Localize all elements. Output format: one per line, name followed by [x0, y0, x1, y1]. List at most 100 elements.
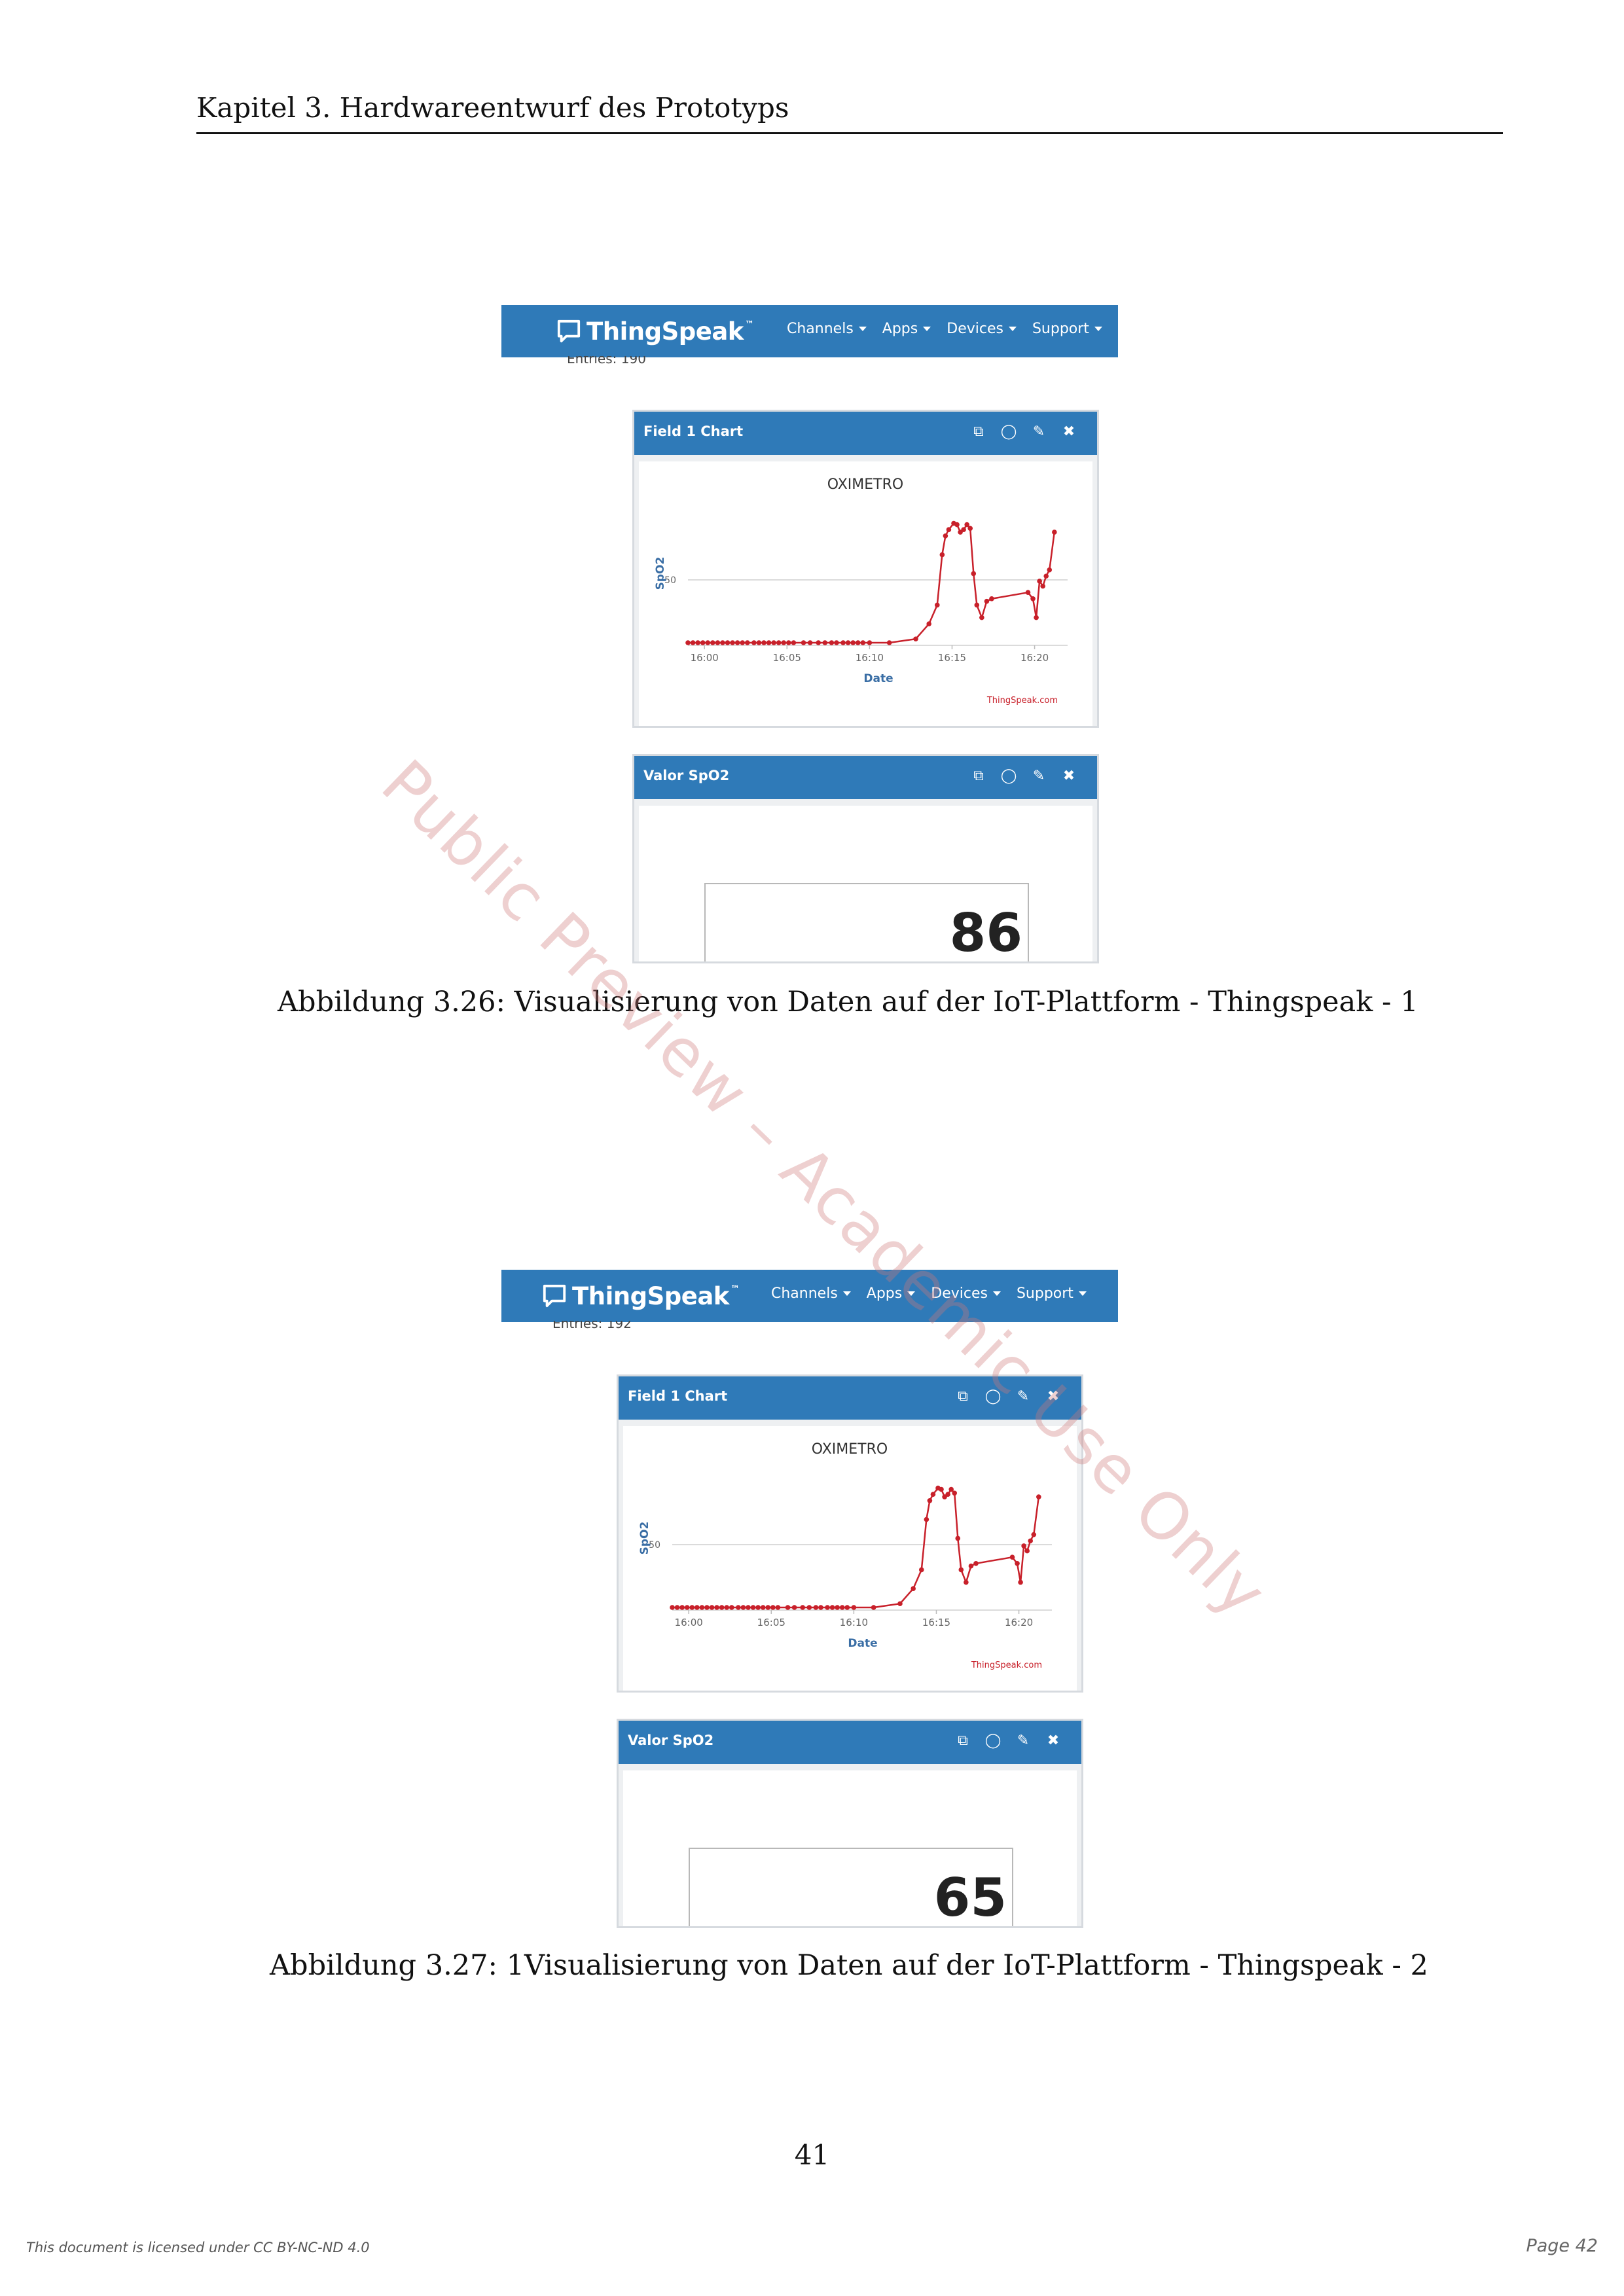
- data-point: [829, 640, 835, 645]
- x-tick-label: 16:10: [840, 1617, 868, 1628]
- data-point: [719, 1605, 725, 1610]
- nav-item-label: Channels: [787, 321, 854, 337]
- thingspeak-logo[interactable]: ThingSpeak ™: [556, 315, 754, 347]
- chart-area: OXIMETRO 50 16:00 16:05 16:10 16:15 16:20 SpO2 D…: [623, 1426, 1077, 1691]
- close-icon[interactable]: ✖: [1038, 1732, 1068, 1749]
- caret-down-icon: [992, 1291, 1001, 1296]
- spo2-value: 86: [949, 903, 1022, 963]
- data-point: [704, 1605, 710, 1610]
- pencil-icon[interactable]: ✎: [1024, 768, 1054, 784]
- close-icon[interactable]: ✖: [1054, 423, 1084, 440]
- data-point: [1015, 1561, 1020, 1566]
- pencil-icon[interactable]: ✎: [1008, 1732, 1038, 1749]
- data-point: [1034, 615, 1039, 620]
- data-point: [705, 640, 711, 645]
- data-point: [973, 1561, 979, 1566]
- figure-caption: Abbildung 3.26: Visualisierung von Daten…: [278, 986, 1418, 1018]
- data-point: [801, 640, 806, 645]
- entries-count: Entries: 190: [567, 356, 646, 365]
- chart-area: OXIMETRO 50 16:00 16:05 16:10 16:15 16:20 SpO2 D…: [639, 461, 1092, 726]
- data-point: [958, 1567, 964, 1573]
- data-point: [911, 1586, 916, 1591]
- x-axis-label: Date: [863, 672, 893, 685]
- data-point: [760, 1605, 766, 1610]
- data-point: [855, 640, 861, 645]
- trademark-mark: ™: [744, 319, 754, 330]
- data-point: [729, 1605, 734, 1610]
- data-point: [835, 1605, 840, 1610]
- data-point: [695, 1605, 700, 1610]
- data-point: [679, 1605, 685, 1610]
- data-point: [1040, 583, 1045, 589]
- widget-title: Valor SpO2: [643, 768, 730, 783]
- data-point: [968, 1563, 974, 1569]
- page-label: Page 42: [1526, 2236, 1598, 2256]
- data-point: [750, 1605, 756, 1610]
- data-point: [1052, 529, 1057, 535]
- comment-icon[interactable]: ◯: [994, 768, 1024, 784]
- nav-item-channels[interactable]: Channels: [787, 321, 867, 337]
- x-tick-label: 16:00: [675, 1617, 703, 1628]
- data-point: [897, 1601, 903, 1607]
- brand-name: ThingSpeak: [586, 317, 744, 346]
- x-tick-label: 16:10: [856, 652, 884, 664]
- data-point: [1025, 590, 1031, 595]
- data-point: [746, 1605, 751, 1610]
- data-point: [684, 1605, 690, 1610]
- close-icon[interactable]: ✖: [1054, 768, 1084, 784]
- caret-down-icon: [842, 1291, 851, 1296]
- data-point: [886, 640, 892, 645]
- value-area: 86: [639, 806, 1092, 961]
- nav-item-support[interactable]: Support: [1032, 321, 1102, 337]
- data-point: [755, 1605, 761, 1610]
- thingspeak-logo[interactable]: ThingSpeak ™: [542, 1280, 740, 1312]
- nav-menu: Channels Apps Devices Support: [787, 321, 1118, 337]
- figure-caption: Abbildung 3.27: 1Visualisierung von Date…: [270, 1949, 1428, 1982]
- data-point: [946, 527, 952, 532]
- pencil-icon[interactable]: ✎: [1024, 423, 1054, 440]
- data-point: [744, 640, 750, 645]
- external-link-icon[interactable]: ⧉: [964, 423, 994, 440]
- external-link-icon[interactable]: ⧉: [948, 1388, 978, 1405]
- data-point: [964, 1579, 969, 1585]
- widget-toolbar: ⧉ ◯ ✎ ✖: [964, 768, 1084, 784]
- data-point: [714, 1605, 719, 1610]
- x-tick-label: 16:05: [773, 652, 801, 664]
- data-point: [766, 640, 772, 645]
- data-point: [939, 552, 945, 558]
- chart-title: OXIMETRO: [827, 476, 903, 493]
- nav-item-channels[interactable]: Channels: [771, 1285, 851, 1302]
- chart-title: OXIMETRO: [812, 1441, 888, 1458]
- nav-item-apps[interactable]: Apps: [882, 321, 931, 337]
- data-point: [844, 1605, 850, 1610]
- series-line: [672, 1487, 1040, 1609]
- widget-header: Valor SpO2 ⧉ ◯ ✎ ✖: [619, 1721, 1081, 1764]
- data-point: [1047, 567, 1053, 573]
- data-point: [845, 640, 851, 645]
- external-link-icon[interactable]: ⧉: [964, 768, 994, 784]
- comment-icon[interactable]: ◯: [978, 1732, 1008, 1749]
- entries-count: Entries: 192: [552, 1321, 632, 1330]
- widget-toolbar: ⧉ ◯ ✎ ✖: [948, 1732, 1068, 1749]
- data-point: [822, 640, 828, 645]
- data-point: [781, 640, 787, 645]
- oximetro-chart: OXIMETRO5016:00 16:05 16:10 16:15 16:20SpO2D…: [654, 476, 1068, 706]
- thingspeak-navbar: ThingSpeak ™ Channels Apps Devices Suppo…: [501, 305, 1118, 357]
- data-point: [751, 640, 757, 645]
- x-tick-label: 16:20: [1020, 652, 1049, 664]
- data-point: [806, 1605, 812, 1610]
- data-point: [871, 1605, 876, 1610]
- data-point: [939, 1486, 944, 1492]
- external-link-icon[interactable]: ⧉: [948, 1732, 978, 1749]
- value-widget: Valor SpO2 ⧉ ◯ ✎ ✖ 65: [617, 1719, 1083, 1928]
- data-point: [934, 602, 940, 608]
- trademark-mark: ™: [730, 1284, 740, 1295]
- comment-icon[interactable]: ◯: [994, 423, 1024, 440]
- data-point: [913, 636, 918, 642]
- nav-item-devices[interactable]: Devices: [947, 321, 1017, 337]
- widget-title: Field 1 Chart: [628, 1388, 728, 1404]
- data-point: [816, 640, 821, 645]
- x-axis-label: Date: [848, 1637, 877, 1650]
- nav-item-support[interactable]: Support: [1017, 1285, 1087, 1302]
- value-display: 86: [704, 883, 1029, 963]
